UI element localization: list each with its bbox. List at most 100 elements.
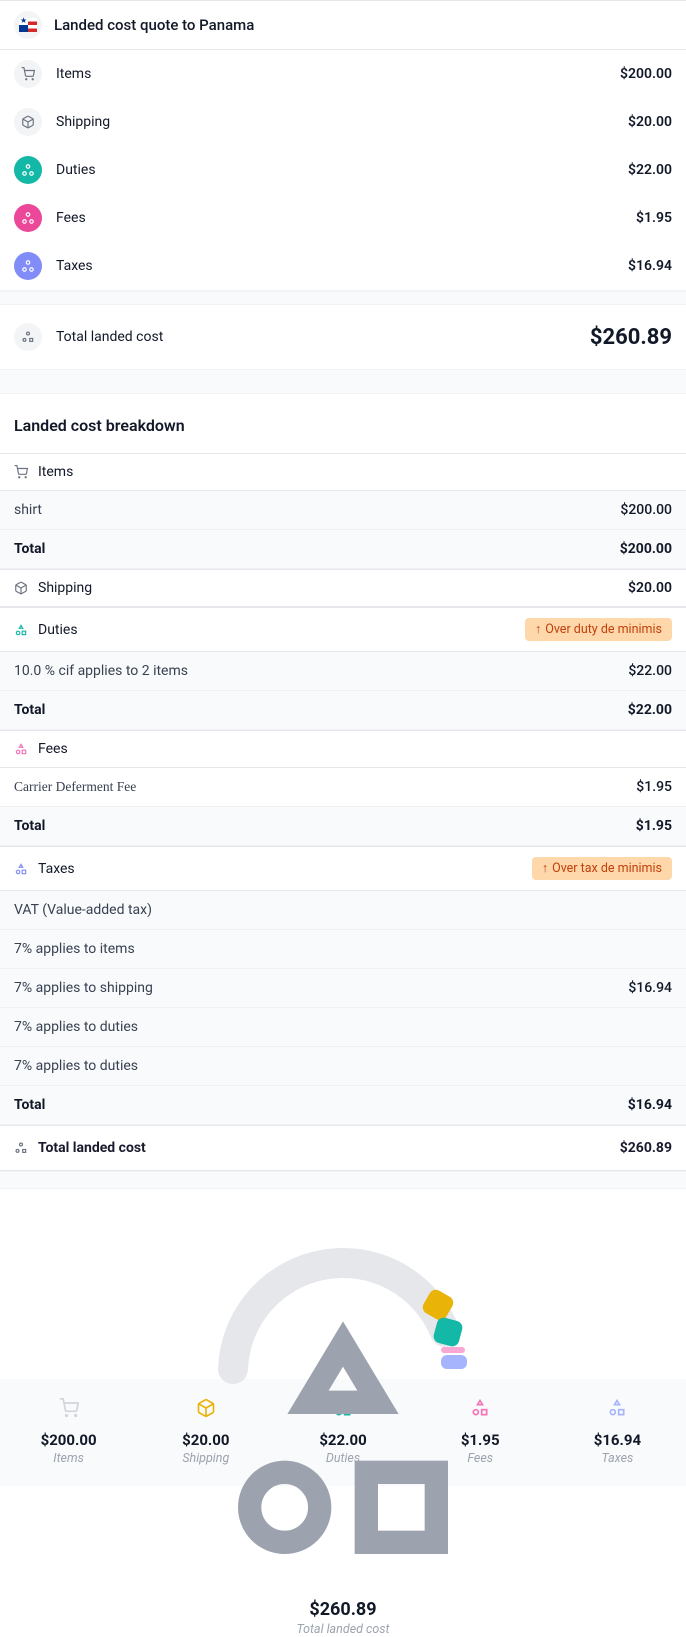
summary-amount: $1.95 [636,210,672,226]
row-label: Total [14,702,628,718]
row-label: Carrier Deferment Fee [14,779,636,795]
cart-icon [0,1397,137,1419]
row-amount: $16.94 [628,980,672,996]
row-label: VAT (Value-added tax) [14,902,672,918]
breakdown-row: 10.0 % cif applies to 2 items $22.00 [0,652,686,691]
summary-row-duties: Duties $22.00 [0,146,686,194]
cluster-icon [14,252,42,280]
gauge-amount: $260.89 [203,1599,483,1620]
arrow-up-icon: ↑ [535,622,541,637]
row-label: Total [14,1097,628,1113]
summary-amount: $20.00 [628,114,672,130]
footer-amount: $16.94 [549,1431,686,1449]
final-amount: $260.89 [620,1140,672,1156]
cluster-icon [549,1397,686,1419]
cluster-icon [14,623,28,637]
gauge-chart: $260.89 Total landed cost [0,1189,686,1384]
summary-row-fees: Fees $1.95 [0,194,686,242]
summary-total-row: Total landed cost $260.89 [0,305,686,370]
breakdown-row: Carrier Deferment Fee $1.95 [0,768,686,807]
breakdown-total-row: Total $16.94 [0,1086,686,1125]
row-label: 10.0 % cif applies to 2 items [14,663,628,679]
breakdown-row: 7% applies to shipping $16.94 [0,969,686,1008]
breakdown-fees-header: Fees [0,730,686,768]
breakdown-total-row: Total $200.00 [0,530,686,569]
cluster-icon [14,323,42,351]
row-amount: $200.00 [620,541,672,557]
cart-icon [14,60,42,88]
row-label: Total [14,818,636,834]
section-label: Duties [38,622,515,638]
section-label: Items [38,464,672,480]
divider [0,1171,686,1189]
breakdown-taxes-header: Taxes ↑ Over tax de minimis [0,846,686,891]
cluster-icon [14,742,28,756]
row-label: shirt [14,502,620,518]
section-amount: $20.00 [628,580,672,596]
cluster-icon [203,1309,483,1593]
cluster-icon [14,1141,28,1155]
section-label: Shipping [38,580,618,596]
summary-amount: $22.00 [628,162,672,178]
summary-label: Duties [56,162,614,178]
row-amount: $22.00 [628,702,672,718]
total-label: Total landed cost [56,329,576,345]
breakdown-row: shirt $200.00 [0,491,686,530]
row-label: 7% applies to duties [14,1019,672,1035]
breakdown-row: 7% applies to duties [0,1047,686,1086]
breakdown-title: Landed cost breakdown [0,394,686,453]
breakdown-row: 7% applies to duties [0,1008,686,1047]
cluster-icon [14,862,28,876]
cluster-icon [14,156,42,184]
row-amount: $200.00 [620,502,672,518]
summary-row-taxes: Taxes $16.94 [0,242,686,290]
breakdown-final-row: Total landed cost $260.89 [0,1125,686,1171]
footer-label: Taxes [549,1451,686,1466]
summary-label: Fees [56,210,622,226]
row-label: 7% applies to duties [14,1058,672,1074]
box-icon [14,581,28,595]
summary-amount: $200.00 [620,66,672,82]
row-label: 7% applies to shipping [14,980,628,996]
footer-card-items: $200.00 Items [0,1397,137,1466]
section-label: Fees [38,741,672,757]
footer-amount: $200.00 [0,1431,137,1449]
de-minimis-badge: ↑ Over tax de minimis [532,857,672,880]
row-amount: $16.94 [628,1097,672,1113]
breakdown-total-row: Total $22.00 [0,691,686,730]
summary-row-shipping: Shipping $20.00 [0,98,686,146]
breakdown-row: VAT (Value-added tax) [0,891,686,930]
gauge-sub: Total landed cost [203,1622,483,1637]
cart-icon [14,465,28,479]
page-header: Landed cost quote to Panama [0,0,686,50]
row-amount: $1.95 [636,779,672,795]
de-minimis-badge: ↑ Over duty de minimis [525,618,672,641]
section-label: Taxes [38,861,522,877]
box-icon [14,108,42,136]
badge-text: Over tax de minimis [552,861,662,876]
breakdown-duties-header: Duties ↑ Over duty de minimis [0,607,686,652]
footer-card-taxes: $16.94 Taxes [549,1397,686,1466]
row-label: 7% applies to items [14,941,672,957]
summary-amount: $16.94 [628,258,672,274]
summary-label: Taxes [56,258,614,274]
divider [0,291,686,305]
summary-row-items: Items $200.00 [0,50,686,98]
final-label: Total landed cost [38,1140,610,1156]
divider [0,370,686,394]
breakdown-total-row: Total $1.95 [0,807,686,846]
breakdown-row: 7% applies to items [0,930,686,969]
row-label: Total [14,541,620,557]
footer-label: Items [0,1451,137,1466]
breakdown-items-header: Items [0,453,686,491]
cluster-icon [14,204,42,232]
breakdown-shipping-header: Shipping $20.00 [0,569,686,607]
summary-label: Shipping [56,114,614,130]
arrow-up-icon: ↑ [542,861,548,876]
badge-text: Over duty de minimis [545,622,662,637]
summary-list: Items $200.00 Shipping $20.00 Duties $22… [0,50,686,291]
page-title: Landed cost quote to Panama [54,16,254,34]
total-amount: $260.89 [590,325,672,350]
summary-label: Items [56,66,606,82]
country-flag-icon [14,11,42,39]
